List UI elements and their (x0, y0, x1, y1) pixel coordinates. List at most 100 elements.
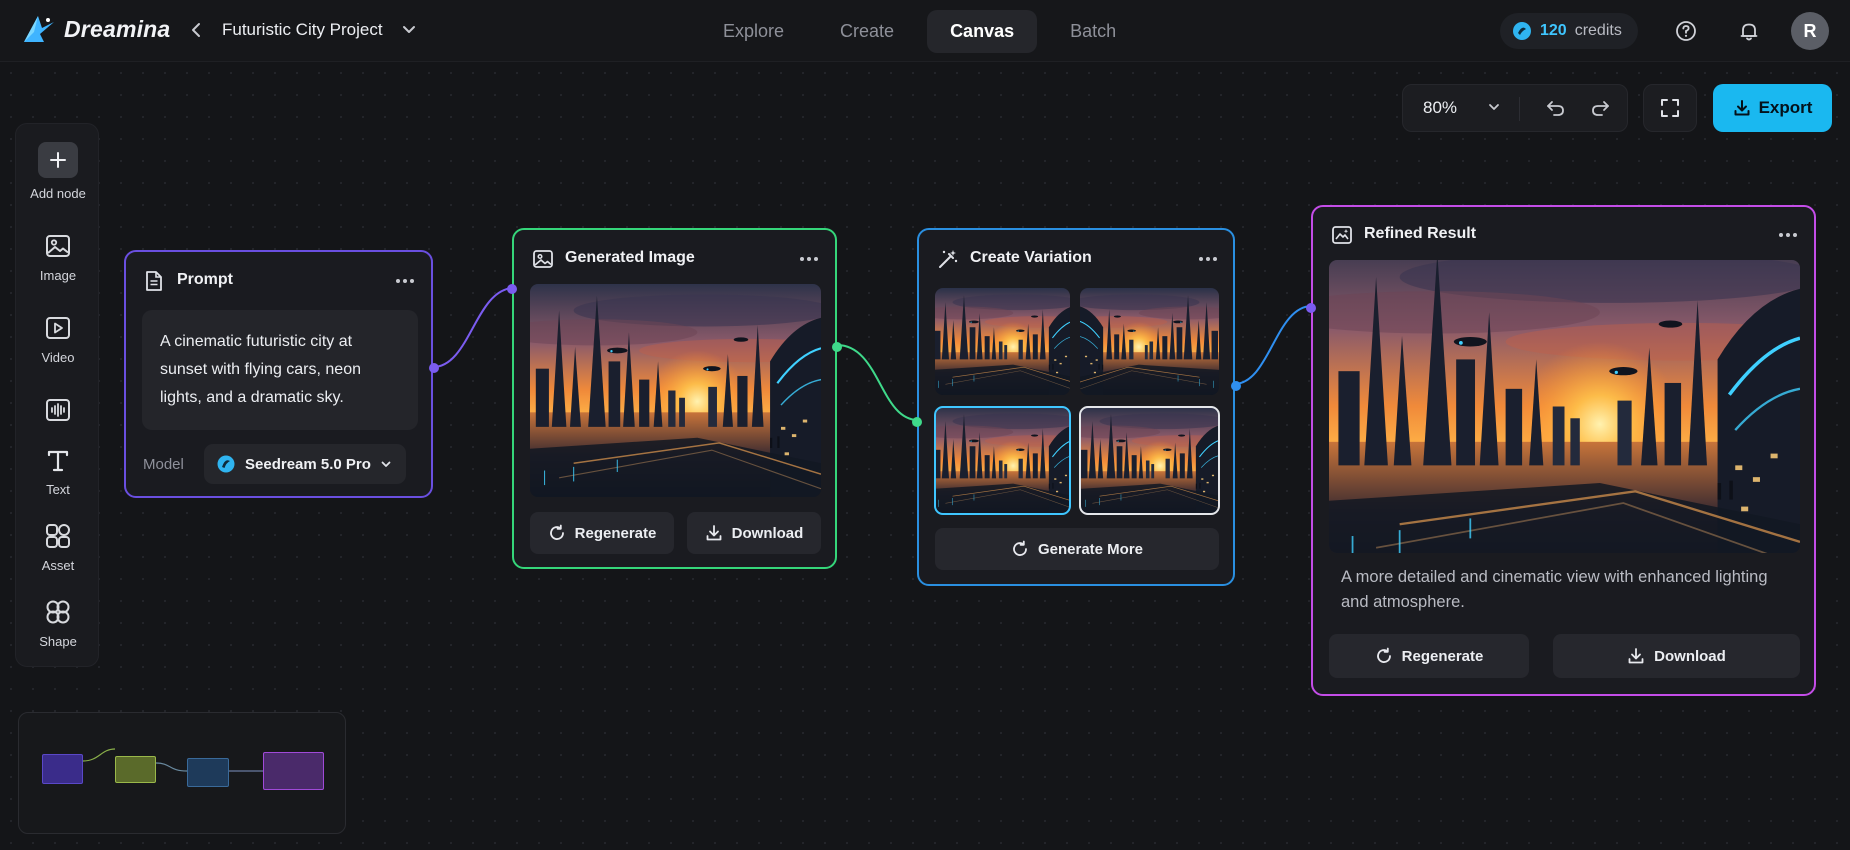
tab-explore[interactable]: Explore (700, 10, 807, 53)
output-port[interactable] (832, 342, 842, 352)
help-icon (1676, 21, 1696, 41)
export-button[interactable]: Export (1713, 84, 1832, 132)
magic-wand-icon (939, 250, 958, 268)
chevron-down-icon (403, 26, 415, 33)
fullscreen-icon (1661, 99, 1679, 117)
left-toolbar: Add node Image Video Text Asset Shape (15, 123, 99, 667)
more-icon[interactable] (1197, 254, 1219, 264)
project-menu-button[interactable] (402, 22, 416, 41)
image-icon (46, 235, 70, 257)
minimap[interactable] (18, 712, 346, 834)
tool-text[interactable]: Text (16, 446, 100, 497)
variation-thumbnail[interactable] (1079, 406, 1220, 515)
tab-create[interactable]: Create (817, 10, 917, 53)
credits-amount: 120 (1540, 22, 1567, 39)
model-select[interactable]: Seedream 5.0 Pro (204, 444, 406, 484)
create-variation-node[interactable]: Create Variation Generate More (912, 228, 1241, 586)
download-icon (1628, 648, 1644, 664)
plus-icon (38, 142, 78, 178)
fullscreen-button[interactable] (1643, 84, 1697, 132)
model-value: Seedream 5.0 Pro (245, 455, 371, 473)
zoom-dropdown-button[interactable] (1487, 100, 1501, 119)
more-icon[interactable] (798, 254, 820, 264)
node-title: Refined Result (1364, 225, 1477, 242)
output-port[interactable] (1231, 381, 1241, 391)
model-label: Model (143, 456, 184, 473)
generate-more-button[interactable]: Generate More (935, 528, 1219, 570)
refresh-icon (1376, 647, 1391, 663)
redo-icon (1592, 101, 1609, 116)
tool-label: Text (46, 482, 70, 497)
redo-button[interactable] (1589, 97, 1611, 124)
button-label: Regenerate (574, 524, 657, 542)
tool-image[interactable]: Image (16, 232, 100, 283)
input-port[interactable] (1306, 303, 1316, 313)
dreamina-logo-icon (24, 16, 54, 42)
refined-image-icon (1332, 226, 1352, 244)
download-button[interactable]: Download (1553, 634, 1800, 678)
avatar[interactable]: R (1791, 12, 1829, 50)
tool-label: Image (39, 268, 77, 283)
project-title[interactable]: Futuristic City Project (222, 20, 383, 40)
zoom-controls: 80% (1402, 84, 1628, 132)
minimap-node-prompt (42, 754, 83, 784)
tool-asset[interactable]: Asset (16, 522, 100, 573)
tool-shape[interactable]: Shape (16, 598, 100, 649)
tool-video[interactable]: Video (16, 314, 100, 365)
bell-icon (1740, 23, 1758, 41)
tool-label: Asset (41, 558, 75, 573)
back-button[interactable] (186, 18, 206, 42)
refined-result-node[interactable]: Refined Result A more detailed and cinem… (1306, 205, 1816, 696)
seedream-model-icon (217, 455, 235, 473)
refresh-icon (549, 524, 564, 540)
tool-add-node[interactable]: Add node (16, 142, 100, 201)
tab-canvas[interactable]: Canvas (927, 10, 1038, 53)
more-icon[interactable] (1777, 230, 1799, 240)
button-label: Download (731, 524, 804, 542)
output-port[interactable] (429, 363, 439, 373)
input-port[interactable] (507, 284, 517, 294)
asset-icon (46, 524, 70, 548)
button-label: Regenerate (1401, 647, 1484, 665)
button-label: Generate More (1037, 540, 1144, 558)
download-icon (1734, 100, 1750, 116)
logo[interactable]: Dreamina (22, 14, 170, 44)
top-bar: Dreamina Futuristic City Project Explore… (0, 0, 1850, 62)
chevron-down-icon (1489, 104, 1499, 110)
tab-batch[interactable]: Batch (1047, 10, 1139, 53)
undo-button[interactable] (1545, 97, 1567, 124)
generated-image[interactable] (530, 284, 821, 497)
regenerate-button[interactable]: Regenerate (530, 512, 674, 554)
prompt-node[interactable]: Prompt A cinematic futuristic city at su… (124, 250, 439, 498)
refined-image[interactable] (1329, 260, 1800, 553)
credits-badge[interactable]: 120 credits (1500, 13, 1638, 49)
zoom-level[interactable]: 80% (1423, 98, 1457, 118)
credits-label: credits (1574, 22, 1622, 39)
button-label: Download (1654, 647, 1726, 665)
variation-thumbnail-selected[interactable] (934, 406, 1071, 515)
divider (1519, 97, 1520, 121)
more-icon[interactable] (394, 276, 416, 286)
download-button[interactable]: Download (687, 512, 821, 554)
chevron-down-icon (381, 461, 391, 467)
undo-icon (1547, 101, 1564, 116)
video-icon (46, 317, 70, 339)
minimap-node-refined (263, 752, 324, 790)
image-icon (533, 250, 553, 268)
help-button[interactable] (1672, 17, 1700, 45)
document-icon (146, 271, 162, 291)
prompt-input[interactable]: A cinematic futuristic city at sunset wi… (142, 310, 418, 430)
tool-label: Add node (30, 186, 86, 201)
export-label: Export (1758, 98, 1813, 117)
tool-label: Shape (39, 634, 77, 649)
variation-thumbnail[interactable] (935, 288, 1070, 395)
tool-audio[interactable] (16, 396, 100, 424)
minimap-node-variation (187, 758, 229, 787)
regenerate-button[interactable]: Regenerate (1329, 634, 1529, 678)
text-icon (47, 450, 69, 472)
variation-thumbnail[interactable] (1080, 288, 1219, 395)
notifications-button[interactable] (1735, 17, 1763, 45)
credits-coin-icon (1513, 22, 1531, 40)
generated-image-node[interactable]: Generated Image Regenerate Download (507, 228, 842, 569)
input-port[interactable] (912, 417, 922, 427)
